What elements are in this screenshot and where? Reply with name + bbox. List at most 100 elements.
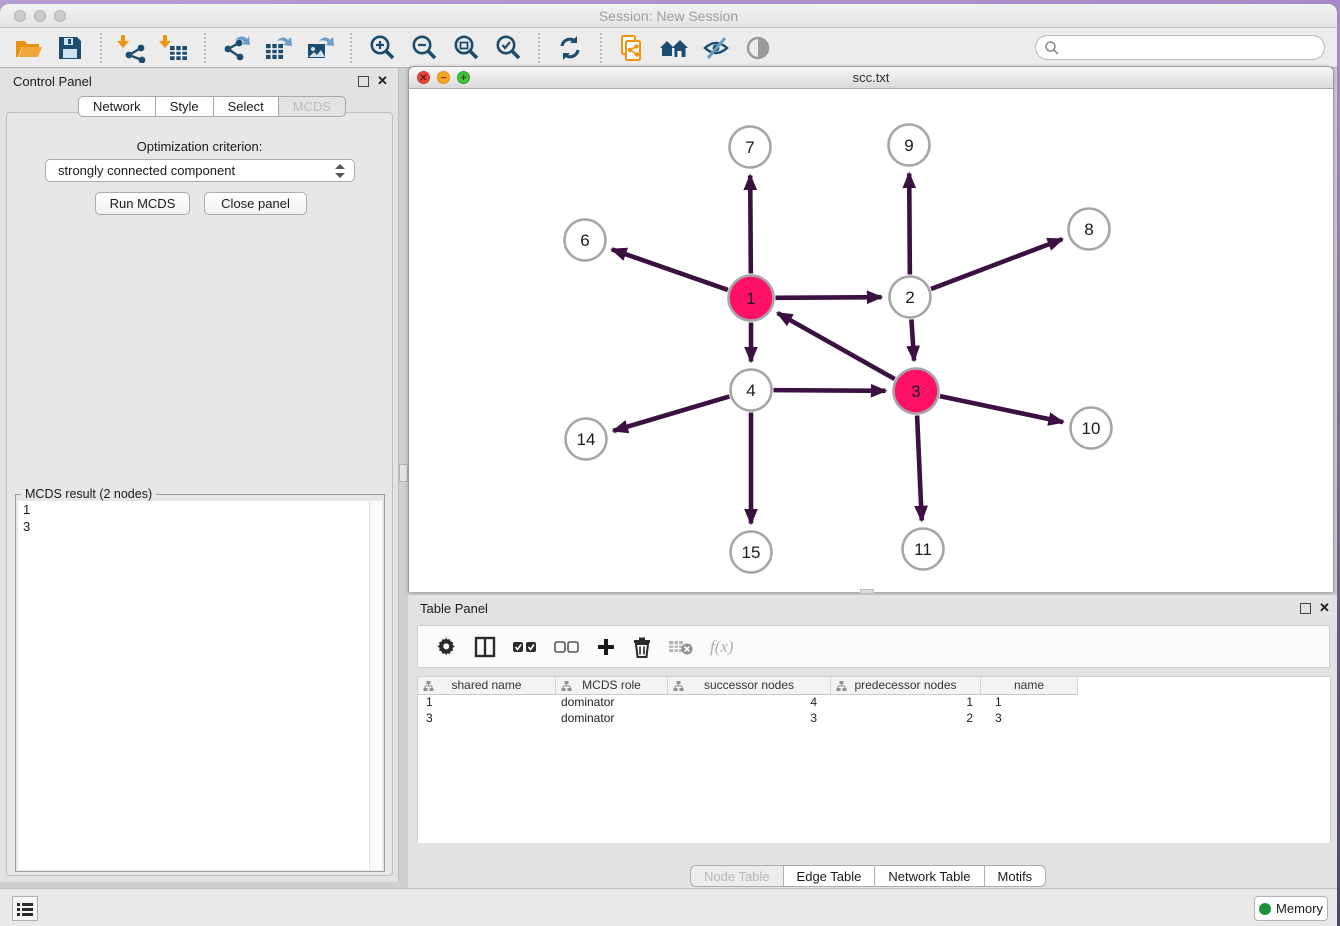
run-mcds-button[interactable]: Run MCDS [95,192,190,215]
graph-node-label: 9 [904,136,913,155]
edge-1-7[interactable] [750,175,751,273]
graph-node-label: 2 [905,288,914,307]
edge-2-8[interactable] [931,239,1062,289]
attribute-icon [561,681,572,692]
window-title: Session: New Session [0,8,1337,24]
tab-network[interactable]: Network [78,96,155,117]
save-session-icon[interactable] [54,32,86,64]
network-graph[interactable]: 7968124314101511 [409,89,1333,592]
edge-4-14[interactable] [613,396,729,430]
tab-select[interactable]: Select [213,96,278,117]
tab-edge-table[interactable]: Edge Table [783,865,875,887]
add-column-icon[interactable] [596,637,616,657]
search-input[interactable] [1035,35,1325,60]
export-network-icon[interactable] [220,32,252,64]
mcds-result-group: MCDS result (2 nodes) 1 3 [15,494,385,872]
edge-3-11[interactable] [917,415,922,520]
cell-successor-nodes[interactable]: 4 [668,695,831,711]
edge-3-10[interactable] [940,396,1063,422]
cell-shared-name[interactable]: 3 [418,711,556,727]
tab-motifs[interactable]: Motifs [984,865,1047,887]
tab-style[interactable]: Style [155,96,213,117]
home-view-icon[interactable] [658,32,690,64]
tab-mcds[interactable]: MCDS [278,96,346,117]
memory-button[interactable]: Memory [1254,896,1328,921]
delete-table-icon [668,638,694,656]
task-history-button[interactable] [12,896,38,921]
result-line: 1 [18,501,382,518]
mcds-tab-content: Optimization criterion: strongly connect… [6,112,393,876]
close-panel-button[interactable]: Close panel [204,192,307,215]
cell-name[interactable]: 3 [981,711,1078,727]
delete-column-icon[interactable] [632,636,652,658]
zoom-selected-icon[interactable] [492,32,524,64]
column-header-successor-nodes[interactable]: successor nodes [668,677,831,695]
function-builder-icon: f(x) [710,637,734,657]
graph-node-label: 14 [577,430,596,449]
search-icon [1044,40,1060,56]
cell-predecessor-nodes[interactable]: 1 [831,695,981,711]
open-session-icon[interactable] [12,32,44,64]
tab-node-table[interactable]: Node Table [690,865,783,887]
select-all-icon[interactable] [512,639,538,655]
zoom-fit-icon[interactable] [450,32,482,64]
column-header-name[interactable]: name [981,677,1078,695]
edge-3-1[interactable] [778,313,895,379]
graph-node-label: 8 [1084,220,1093,239]
attribute-icon [673,681,684,692]
network-canvas[interactable]: 7968124314101511 [409,89,1333,592]
refresh-layout-icon[interactable] [554,32,586,64]
optimization-criterion-label: Optimization criterion: [7,139,392,154]
float-panel-icon[interactable] [358,76,369,87]
toolbar-separator [350,33,352,63]
node-table[interactable]: shared name MCDS role successor nodes pr… [417,676,1331,843]
column-header-mcds-role[interactable]: MCDS role [556,677,668,695]
cell-shared-name[interactable]: 1 [418,695,556,711]
edge-1-6[interactable] [612,249,728,290]
mcds-result-title: MCDS result (2 nodes) [21,487,156,501]
mcds-result-area[interactable]: 1 3 [18,501,382,870]
cell-name[interactable]: 1 [981,695,1078,711]
cell-predecessor-nodes[interactable]: 2 [831,711,981,727]
vertical-splitter-handle[interactable] [399,464,408,482]
cell-successor-nodes[interactable]: 3 [668,711,831,727]
column-header-shared-name[interactable]: shared name [418,677,556,695]
edge-2-3[interactable] [911,319,914,360]
edge-1-2[interactable] [775,297,881,298]
horizontal-splitter-handle[interactable] [860,589,874,594]
table-settings-icon[interactable] [436,636,458,658]
import-network-icon[interactable] [116,32,148,64]
import-table-icon[interactable] [158,32,190,64]
zoom-out-icon[interactable] [408,32,440,64]
status-bar: Memory [0,888,1337,926]
zoom-in-icon[interactable] [366,32,398,64]
criterion-dropdown[interactable]: strongly connected component [45,159,355,182]
column-header-predecessor-nodes[interactable]: predecessor nodes [831,677,981,695]
control-panel: Control Panel ✕ Network Style Select MCD… [0,68,399,882]
result-scrollbar[interactable] [369,501,380,870]
close-table-panel-icon[interactable]: ✕ [1319,600,1330,616]
memory-label: Memory [1276,901,1323,916]
chevron-updown-icon [335,163,345,179]
show-all-icon[interactable] [742,32,774,64]
table-row[interactable]: 1 dominator 4 1 1 [418,695,1330,711]
tab-network-table[interactable]: Network Table [874,865,983,887]
export-image-icon[interactable] [304,32,336,64]
network-window: ✕ − + scc.txt 7968124314101511 [408,66,1334,592]
network-window-titlebar[interactable]: ✕ − + scc.txt [409,67,1333,89]
export-table-icon[interactable] [262,32,294,64]
edge-4-3[interactable] [773,390,885,391]
table-row[interactable]: 3 dominator 3 2 3 [418,711,1330,727]
cell-mcds-role[interactable]: dominator [556,711,668,727]
control-panel-tabs: Network Style Select MCDS [78,96,346,117]
close-panel-icon[interactable]: ✕ [377,73,388,89]
edge-2-9[interactable] [909,173,910,274]
copy-network-icon[interactable] [616,32,648,64]
hide-selected-icon[interactable] [700,32,732,64]
cell-mcds-role[interactable]: dominator [556,695,668,711]
graph-node-label: 7 [745,138,754,157]
float-table-panel-icon[interactable] [1300,603,1311,614]
toolbar-separator [204,33,206,63]
split-panel-icon[interactable] [474,636,496,658]
deselect-all-icon[interactable] [554,639,580,655]
